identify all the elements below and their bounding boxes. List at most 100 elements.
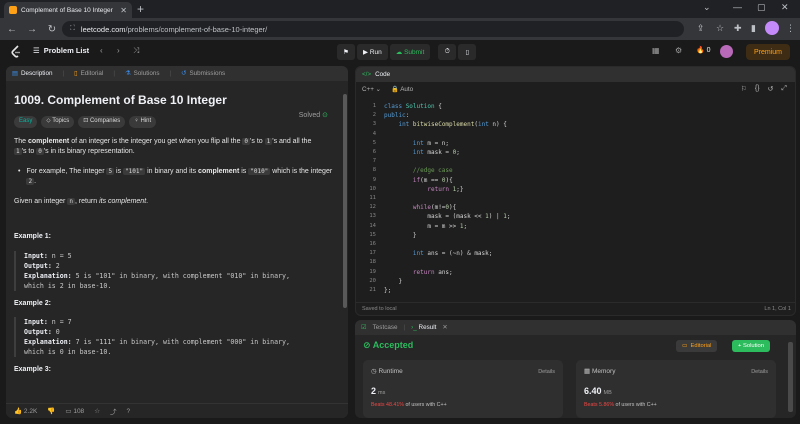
side-panel-icon[interactable]: ▮ <box>751 23 756 34</box>
submit-button[interactable]: ☁ Submit <box>389 44 431 60</box>
tab-editorial[interactable]: ▯ Editorial <box>74 70 103 77</box>
dislike-icon[interactable]: 👎 <box>47 407 55 415</box>
text-span: in binary and its <box>145 167 199 175</box>
browser-tab[interactable]: Complement of Base 10 Integer ✕ <box>4 2 132 18</box>
beats-suffix: of users with C++ <box>614 402 657 408</box>
memory-label: Memory <box>591 368 616 375</box>
text-span: is <box>114 167 124 175</box>
code-line: } <box>384 277 403 285</box>
text-span: 's to <box>21 148 37 155</box>
memory-card[interactable]: ▦ Memory Details 6.40 MB Beats 5.86% of u… <box>576 360 776 418</box>
address-bar[interactable]: ⛶ leetcode.com/problems/complement-of-ba… <box>62 21 684 37</box>
close-tab-icon[interactable]: ✕ <box>120 6 127 15</box>
user-avatar[interactable] <box>720 45 733 58</box>
next-problem-icon[interactable]: › <box>117 46 120 55</box>
solutions-icon: ⚗ <box>124 70 131 77</box>
like-button[interactable]: 👍 2.2K <box>14 407 37 415</box>
line-number: 12 <box>369 204 376 211</box>
code-tab-label[interactable]: Code <box>375 71 390 78</box>
description-scrollbar[interactable] <box>343 94 347 308</box>
notes-icon[interactable]: ▯ <box>458 44 477 60</box>
post-solution-button[interactable]: + Solution <box>732 340 770 352</box>
code-line: public: <box>384 112 410 120</box>
description-panel: ▤ Description | ▯ Editorial | ⚗ Solutions |… <box>6 66 348 418</box>
auto-mode[interactable]: 🔒 Auto <box>391 85 413 93</box>
editor-status-bar: Saved to local Ln 1, Col 1 <box>356 302 795 315</box>
language-select[interactable]: C++ ⌄ <box>362 86 381 93</box>
editorial-label: Editorial <box>690 343 712 349</box>
extensions-icon[interactable]: ✚ <box>734 23 742 34</box>
close-window-icon[interactable]: ✕ <box>781 2 789 13</box>
prev-problem-icon[interactable]: ‹ <box>100 46 103 55</box>
settings-gear-icon[interactable]: ⚙ <box>675 46 682 55</box>
runtime-number: 2 <box>371 386 377 396</box>
streak-count: 0 <box>706 47 711 54</box>
tab-search-icon[interactable]: ⌄ <box>703 2 711 13</box>
tab-divider: | <box>169 70 172 77</box>
comments-button[interactable]: ▭ 108 <box>65 407 84 415</box>
result-scrollbar[interactable] <box>788 342 793 412</box>
solved-indicator: Solved ⊙ <box>299 111 328 122</box>
help-icon[interactable]: ? <box>127 408 131 415</box>
problem-list-link[interactable]: ☰ Problem List <box>33 46 89 55</box>
text-span: , return <box>74 197 100 205</box>
favorite-star-icon[interactable]: ☆ <box>94 407 100 415</box>
layout-icon[interactable]: ▦ <box>652 46 660 55</box>
shuffle-icon[interactable]: ⤨ <box>133 46 139 56</box>
runtime-details-link[interactable]: Details <box>538 369 555 375</box>
tab-submissions[interactable]: ↺ Submissions <box>181 70 225 77</box>
input-value: n = 5 <box>47 251 72 260</box>
site-info-icon[interactable]: ⛶ <box>70 25 75 33</box>
companies-chip[interactable]: ⊡ Companies <box>78 115 126 128</box>
timer-icon[interactable]: ⏱ <box>438 44 457 60</box>
hint-chip[interactable]: ♀ Hint <box>129 115 157 128</box>
back-icon[interactable]: ← <box>4 24 20 35</box>
inline-code: 1 <box>14 148 22 155</box>
topics-chip[interactable]: ⬦ Topics <box>41 115 75 128</box>
solution-label: + Solution <box>738 343 764 349</box>
save-status: Saved to local <box>362 306 397 312</box>
format-braces-icon[interactable]: {} <box>755 85 760 93</box>
text-span: 's to <box>250 137 265 145</box>
leetcode-logo-icon[interactable] <box>10 45 22 59</box>
browser-menu-icon[interactable]: ⋮ <box>786 23 795 34</box>
editorial-button[interactable]: ▭ Editorial <box>676 340 718 352</box>
premium-button[interactable]: Premium <box>746 44 791 60</box>
close-result-icon[interactable]: ✕ <box>442 324 447 331</box>
debug-icon[interactable]: ⚑ <box>337 44 355 60</box>
tab-testcase[interactable]: Testcase <box>373 324 398 331</box>
problem-title[interactable]: 1009. Complement of Base 10 Integer <box>14 94 334 105</box>
share-link-icon[interactable]: ⤴ <box>110 406 117 416</box>
maximize-icon[interactable]: ▢ <box>757 2 766 13</box>
bookmark-star-icon[interactable]: ☆ <box>716 23 724 34</box>
browser-profile-avatar[interactable] <box>765 21 779 35</box>
tab-solutions[interactable]: ⚗ Solutions <box>125 70 160 77</box>
minimize-icon[interactable]: — <box>733 2 742 12</box>
tab-result[interactable]: ›_ Result <box>411 324 436 331</box>
new-tab-icon[interactable]: + <box>137 2 144 16</box>
explanation-text: 7 is "111" in binary, with complement "0… <box>71 338 290 346</box>
reload-icon[interactable]: ↻ <box>44 24 60 35</box>
fullscreen-icon[interactable]: ⤢ <box>781 85 787 93</box>
reset-icon[interactable]: ↺ <box>768 85 774 93</box>
url-path: /problems/complement-of-base-10-integer/ <box>125 24 268 34</box>
line-number: 1 <box>372 103 376 109</box>
memory-number: 6.40 <box>584 386 602 396</box>
code-line: int m = n; <box>412 139 450 147</box>
text-span: Given an integer <box>14 197 68 205</box>
forward-icon[interactable]: → <box>24 24 40 35</box>
run-button[interactable]: ▶ Run <box>357 44 388 60</box>
solved-check-icon: ⊙ <box>322 112 328 119</box>
code-panel-header: </> Code <box>356 67 795 82</box>
chip-icon: ▦ <box>584 368 591 375</box>
streak-counter[interactable]: 🔥 0 <box>696 46 711 54</box>
memory-details-link[interactable]: Details <box>751 369 768 375</box>
bookmark-icon[interactable]: ⚐ <box>741 85 747 93</box>
testcase-check-icon: ☑ <box>361 324 367 331</box>
tab-description[interactable]: ▤ Description <box>12 70 52 77</box>
inline-code: 0 <box>36 148 44 155</box>
beats-prefix: Beats <box>371 402 387 408</box>
runtime-card[interactable]: ◷ Runtime Details 2 ms Beats 48.41% of us… <box>363 360 563 418</box>
code-editor[interactable]: 1 class Solution {2 public: 3 int bitwiseCo… <box>356 101 795 297</box>
share-icon[interactable]: ⇪ <box>697 23 705 34</box>
